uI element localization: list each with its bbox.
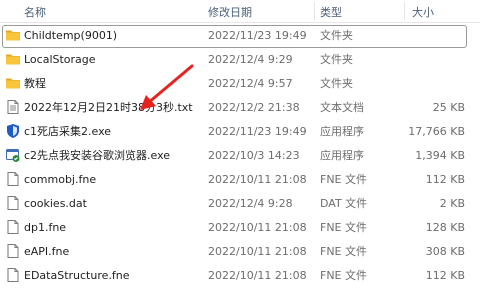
file-name[interactable]: LocalStorage [24, 53, 96, 67]
file-type: FNE 文件 [320, 221, 368, 234]
file-row[interactable]: c1死店采集2.exe 2022/11/23 19:49 应用程序 17,766 KB [0, 120, 480, 144]
file-row[interactable]: 2022年12月2日21时38分3秒.txt 2022/12/2 21:38 文本文… [0, 96, 480, 120]
folder-icon [5, 75, 21, 91]
file-date: 2022/10/3 14:23 [208, 149, 300, 162]
folder-icon [5, 51, 21, 67]
file-row[interactable]: eAPI.fne 2022/10/11 21:08 FNE 文件 308 KB [0, 240, 480, 264]
file-type: 应用程序 [320, 125, 364, 138]
file-type: FNE 文件 [320, 269, 368, 282]
column-header: 名称 修改日期 类型 大小 [0, 0, 480, 23]
file-type: FNE 文件 [320, 245, 368, 258]
file-name[interactable]: EDataStructure.fne [24, 269, 130, 283]
column-name-header[interactable]: 名称 [24, 4, 46, 20]
file-icon [5, 243, 21, 259]
file-name[interactable]: commobj.fne [24, 173, 96, 187]
file-row[interactable]: dp1.fne 2022/10/11 21:08 FNE 文件 128 KB [0, 216, 480, 240]
file-row[interactable]: 教程 2022/12/4 9:57 文件夹 [0, 72, 480, 96]
file-name[interactable]: cookies.dat [24, 197, 87, 211]
file-type: 文件夹 [320, 53, 353, 66]
file-icon [5, 171, 21, 187]
file-name[interactable]: c1死店采集2.exe [24, 125, 111, 139]
file-date: 2022/10/11 21:08 [208, 221, 307, 234]
file-icon [5, 195, 21, 211]
column-divider[interactable] [314, 2, 315, 20]
text-file-icon [5, 99, 21, 115]
file-type: 文件夹 [320, 77, 353, 90]
file-size: 112 KB [425, 269, 465, 282]
file-row[interactable]: cookies.dat 2022/12/4 9:28 DAT 文件 2 KB [0, 192, 480, 216]
column-divider[interactable] [404, 2, 405, 20]
file-size: 308 KB [425, 245, 465, 258]
file-row[interactable]: LocalStorage 2022/12/4 9:29 文件夹 [0, 48, 480, 72]
file-size: 17,766 KB [408, 125, 465, 138]
file-date: 2022/10/11 21:08 [208, 173, 307, 186]
file-type: 文件夹 [320, 29, 353, 42]
file-name[interactable]: c2先点我安装谷歌浏览器.exe [24, 149, 170, 163]
file-type: 应用程序 [320, 149, 364, 162]
column-size-header[interactable]: 大小 [412, 4, 434, 20]
file-date: 2022/10/11 21:08 [208, 245, 307, 258]
file-icon [5, 219, 21, 235]
file-date: 2022/11/23 19:49 [208, 29, 307, 42]
folder-icon [5, 27, 21, 43]
file-date: 2022/12/4 9:57 [208, 77, 293, 90]
file-size: 112 KB [425, 173, 465, 186]
file-list: Childtemp(9001) 2022/11/23 19:49 文件夹 LocalS… [0, 24, 480, 288]
installer-exe-icon [5, 147, 21, 163]
file-name[interactable]: 教程 [24, 77, 46, 91]
file-size: 25 KB [432, 101, 465, 114]
file-icon [5, 267, 21, 283]
file-size: 2 KB [439, 197, 465, 210]
file-name[interactable]: Childtemp(9001) [24, 29, 117, 43]
file-row[interactable]: EDataStructure.fne 2022/10/11 21:08 FNE 文件… [0, 264, 480, 288]
file-date: 2022/10/11 21:08 [208, 269, 307, 282]
file-date: 2022/12/4 9:28 [208, 197, 293, 210]
shield-exe-icon [5, 123, 21, 139]
column-type-header[interactable]: 类型 [320, 4, 342, 20]
file-row[interactable]: Childtemp(9001) 2022/11/23 19:49 文件夹 [0, 24, 480, 48]
file-type: FNE 文件 [320, 173, 368, 186]
file-name[interactable]: eAPI.fne [24, 245, 69, 259]
file-date: 2022/12/4 9:29 [208, 53, 293, 66]
file-type: 文本文档 [320, 101, 364, 114]
file-size: 128 KB [425, 221, 465, 234]
file-row[interactable]: commobj.fne 2022/10/11 21:08 FNE 文件 112 KB [0, 168, 480, 192]
column-date-header[interactable]: 修改日期 [208, 4, 252, 20]
file-date: 2022/11/23 19:49 [208, 125, 307, 138]
file-type: DAT 文件 [320, 197, 368, 210]
file-date: 2022/12/2 21:38 [208, 101, 300, 114]
file-name[interactable]: dp1.fne [24, 221, 66, 235]
file-name[interactable]: 2022年12月2日21时38分3秒.txt [24, 101, 193, 115]
file-size: 1,394 KB [415, 149, 465, 162]
file-row[interactable]: c2先点我安装谷歌浏览器.exe 2022/10/3 14:23 应用程序 1,394… [0, 144, 480, 168]
